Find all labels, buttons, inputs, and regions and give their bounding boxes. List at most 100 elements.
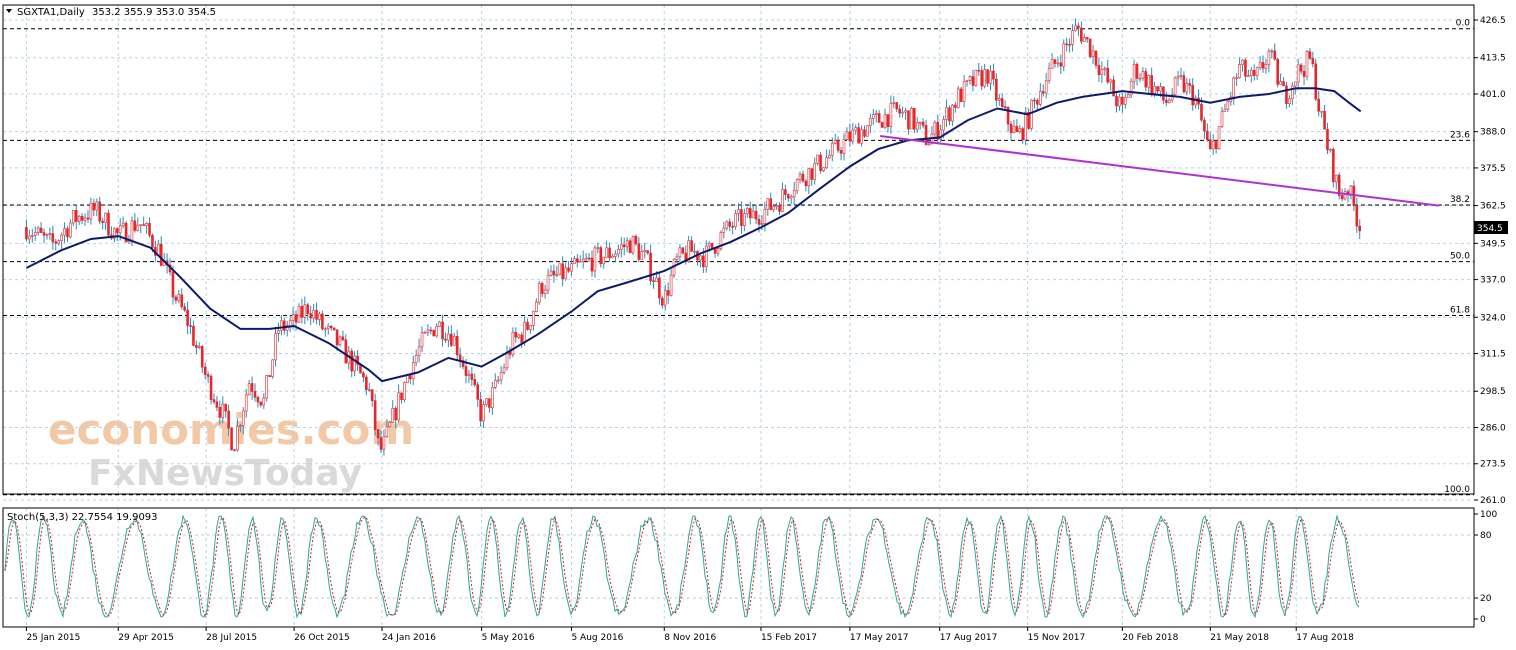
price-tick-label: 286.0 [1480, 423, 1506, 433]
price-tick-label: 349.5 [1480, 239, 1506, 249]
candle-body [564, 267, 567, 279]
candle-body [353, 355, 356, 372]
candle-body [1121, 96, 1124, 105]
candle-body [89, 202, 93, 220]
candle-body [734, 213, 737, 227]
candle-body [869, 118, 872, 127]
candle-body [851, 129, 855, 142]
candle-body [1039, 91, 1042, 105]
candle-body [918, 121, 922, 124]
candle-body [605, 247, 608, 258]
candle-body [391, 408, 395, 423]
candle-body [25, 227, 28, 240]
candle-body [825, 157, 828, 168]
candle-body [1191, 85, 1194, 106]
candle-body [1068, 44, 1071, 46]
candle-body [244, 394, 248, 412]
watermark-fxnewstoday: FxNewsToday [88, 453, 362, 494]
candle-body [819, 154, 822, 172]
candle-body [956, 88, 960, 108]
candle-body [388, 422, 392, 428]
candle-body [977, 69, 981, 72]
candle-body [1270, 50, 1274, 53]
candle-body [836, 139, 840, 151]
candle-body [511, 331, 515, 355]
candle-body [485, 398, 488, 405]
candle-body [136, 224, 140, 231]
candle-body [277, 330, 280, 334]
price-tick-label: 401.0 [1480, 90, 1506, 100]
candle-body [693, 250, 696, 253]
candle-body [1244, 59, 1247, 77]
candle-body [329, 325, 333, 329]
time-tick-label: 26 Oct 2015 [294, 633, 350, 643]
price-tick-label: 311.5 [1480, 350, 1506, 360]
candle-body [420, 332, 424, 348]
candle-body [936, 122, 940, 140]
candle-body [429, 329, 433, 332]
candle-body [473, 379, 477, 385]
candle-body [546, 275, 550, 291]
candle-body [247, 383, 251, 396]
price-tick-label: 362.5 [1480, 202, 1506, 212]
candle-body [792, 190, 796, 198]
candle-body [857, 127, 860, 144]
candle-body [505, 351, 509, 369]
candle-body [148, 223, 151, 236]
candle-body [1276, 58, 1279, 85]
candle-body [874, 113, 878, 115]
candle-body [1085, 37, 1089, 40]
price-tick-label: 375.5 [1480, 164, 1506, 174]
candle-body [781, 189, 784, 212]
candle-body [283, 320, 286, 331]
candle-body [1153, 86, 1156, 94]
candle-body [1109, 79, 1112, 83]
candle-body [602, 256, 606, 265]
stoch-tick-label: 100 [1480, 510, 1497, 520]
candle-body [1314, 63, 1318, 100]
candle-body [1050, 59, 1054, 69]
candle-body [942, 119, 945, 131]
candle-body [754, 210, 758, 220]
price-tick-label: 388.0 [1480, 128, 1506, 138]
candle-body [690, 240, 693, 252]
candle-body [789, 196, 793, 199]
candle-body [997, 98, 1001, 101]
candle-body [265, 375, 269, 399]
candle-body [142, 224, 145, 226]
candle-body [406, 375, 409, 383]
candle-body [1247, 75, 1250, 77]
price-chart[interactable]: economies.com FxNewsToday 0.023.638.250.… [0, 0, 1516, 650]
candle-body [139, 224, 143, 226]
price-tick-label: 413.5 [1480, 54, 1506, 64]
candle-body [1203, 119, 1206, 132]
candle-body [1147, 75, 1151, 88]
candle-body [880, 122, 884, 128]
candle-body [1288, 98, 1291, 104]
last-price-value: 354.5 [1477, 224, 1503, 234]
candle-body [989, 70, 992, 84]
candle-body [1285, 85, 1288, 104]
candle-body [1165, 99, 1168, 103]
candle-body [915, 122, 919, 130]
candle-body [230, 427, 233, 451]
time-tick-label: 24 Jan 2016 [382, 633, 436, 643]
fib-label: 38.2 [1450, 195, 1470, 205]
time-tick-label: 17 May 2017 [850, 633, 909, 643]
candle-body [508, 351, 512, 355]
candle-body [883, 114, 887, 128]
candle-body [426, 329, 430, 333]
candle-body [669, 274, 673, 296]
candle-body [1220, 111, 1224, 127]
candle-body [954, 104, 957, 108]
candle-body [992, 70, 995, 80]
candle-body [376, 429, 380, 439]
time-tick-label: 5 May 2016 [482, 633, 535, 643]
candle-body [552, 270, 556, 276]
candle-body [324, 328, 327, 331]
candle-body [92, 202, 96, 211]
candle-body [1106, 67, 1110, 83]
candle-body [1062, 43, 1066, 67]
candle-body [745, 208, 749, 214]
candle-body [382, 436, 386, 450]
